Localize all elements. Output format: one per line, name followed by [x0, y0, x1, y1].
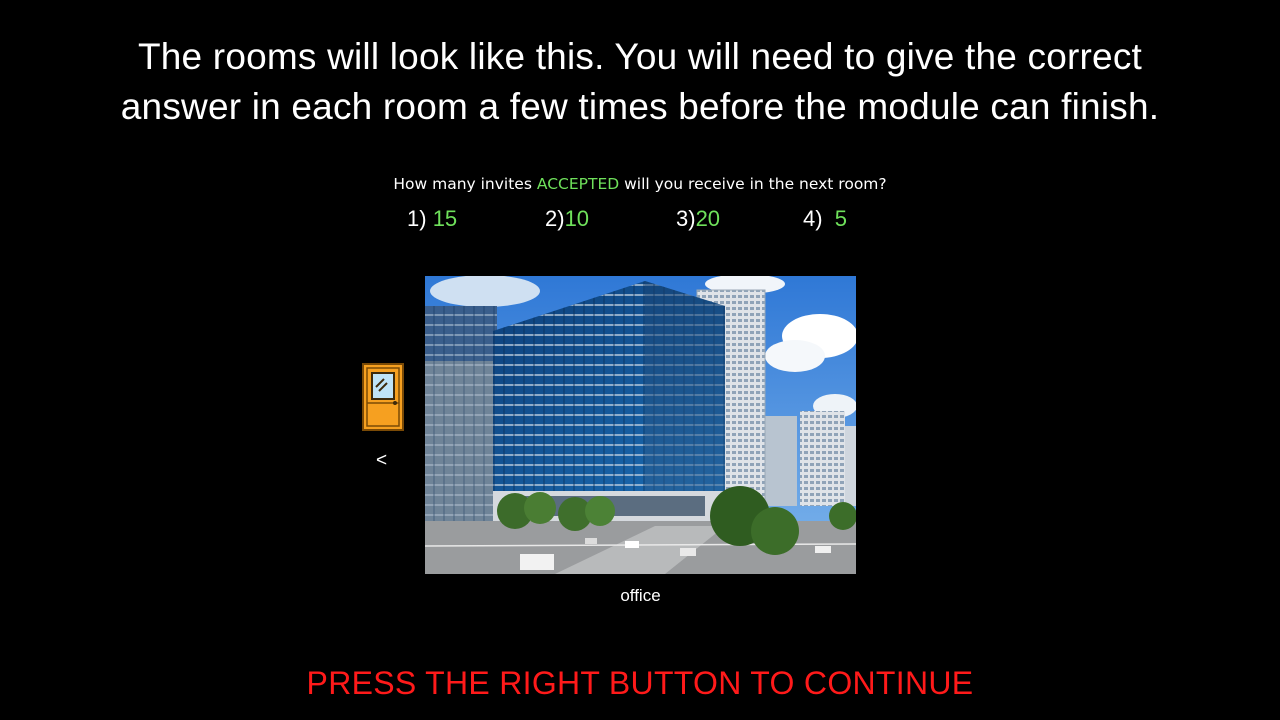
- instructions-text: The rooms will look like this. You will …: [0, 32, 1280, 132]
- room-image: [425, 276, 856, 574]
- instructions-line-2: answer in each room a few times before t…: [120, 86, 1160, 127]
- left-arrow-label: <: [376, 450, 388, 471]
- left-door-button[interactable]: [362, 363, 404, 431]
- continue-instruction: PRESS THE RIGHT BUTTON TO CONTINUE: [306, 665, 974, 701]
- option-value: 20: [695, 206, 721, 231]
- answer-option-3[interactable]: 3)20: [676, 206, 720, 232]
- answer-option-1[interactable]: 1) 15: [407, 206, 457, 232]
- question-prefix: How many invites: [393, 175, 537, 193]
- question-text: How many invites ACCEPTED will you recei…: [0, 175, 1280, 193]
- door-icon: [362, 363, 404, 431]
- instructions-line-1: The rooms will look like this. You will …: [137, 36, 1143, 77]
- option-number: 1): [407, 206, 427, 231]
- room-label: office: [620, 586, 661, 605]
- option-number: 2): [545, 206, 565, 231]
- answer-option-4[interactable]: 4) 5: [803, 206, 847, 232]
- option-number: 3): [676, 206, 696, 231]
- option-value: 5: [834, 206, 848, 231]
- option-value: 10: [564, 206, 590, 231]
- question-highlight: ACCEPTED: [536, 175, 620, 193]
- option-number: 4): [803, 206, 823, 231]
- answer-option-2[interactable]: 2)10: [545, 206, 589, 232]
- question-suffix: will you receive in the next room?: [619, 175, 887, 193]
- option-value: 15: [432, 206, 458, 231]
